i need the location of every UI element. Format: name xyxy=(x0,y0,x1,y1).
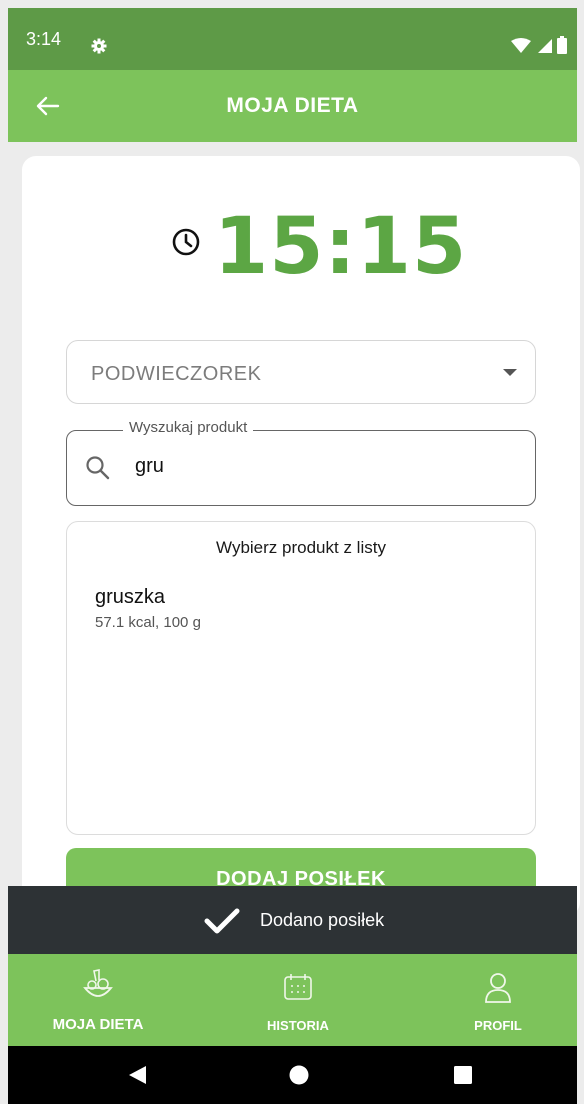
system-nav-bar xyxy=(8,1046,577,1104)
list-item[interactable]: gruszka 57.1 kcal, 100 g xyxy=(95,586,515,646)
home-circle-icon[interactable] xyxy=(288,1064,310,1086)
meal-form-card: 15:15 PODWIECZOREK Wyszukaj produkt Wybi… xyxy=(22,156,580,916)
product-results-list: Wybierz produkt z listy gruszka 57.1 kca… xyxy=(66,521,536,835)
calendar-icon xyxy=(284,974,312,1000)
app-bar: MOJA DIETA xyxy=(8,70,577,142)
meal-type-value: PODWIECZOREK xyxy=(91,363,262,385)
nav-item-moja-dieta[interactable]: MOJA DIETA xyxy=(38,954,158,1046)
meal-time-display[interactable]: 15:15 xyxy=(22,200,580,292)
battery-icon xyxy=(557,36,567,54)
nav-item-historia[interactable]: HISTORIA xyxy=(238,954,358,1046)
signal-icon xyxy=(537,39,552,53)
meal-type-dropdown[interactable]: PODWIECZOREK xyxy=(66,340,536,404)
product-search-field[interactable]: Wyszukaj produkt xyxy=(66,419,536,506)
back-triangle-icon[interactable] xyxy=(126,1064,148,1086)
wifi-icon xyxy=(511,38,532,53)
bottom-nav: MOJA DIETA HISTORIA PROFIL xyxy=(8,954,577,1046)
chevron-down-icon xyxy=(503,369,517,376)
snackbar-message: Dodano posiłek xyxy=(260,910,385,930)
status-icons xyxy=(510,36,567,59)
vegetables-icon xyxy=(83,969,113,997)
search-input[interactable] xyxy=(135,455,515,478)
status-time: 3:14 xyxy=(26,29,62,49)
product-name: gruszka xyxy=(95,586,166,608)
product-details: 57.1 kcal, 100 g xyxy=(95,614,201,631)
clock-icon xyxy=(172,228,200,256)
nav-item-profil[interactable]: PROFIL xyxy=(438,954,558,1046)
check-icon xyxy=(204,908,240,934)
search-icon xyxy=(86,456,110,480)
person-icon xyxy=(485,973,511,1003)
meal-time-value: 15:15 xyxy=(214,202,468,292)
nav-label: HISTORIA xyxy=(267,1018,329,1033)
gear-icon xyxy=(91,38,107,54)
status-bar: 3:14 xyxy=(8,8,577,70)
page-title: MOJA DIETA xyxy=(226,94,359,117)
results-header: Wybierz produkt z listy xyxy=(216,538,386,557)
nav-label: MOJA DIETA xyxy=(52,1016,144,1033)
recents-square-icon[interactable] xyxy=(452,1064,474,1086)
snackbar: Dodano posiłek xyxy=(8,886,577,954)
nav-label: PROFIL xyxy=(474,1018,522,1033)
search-label: Wyszukaj produkt xyxy=(123,419,254,436)
